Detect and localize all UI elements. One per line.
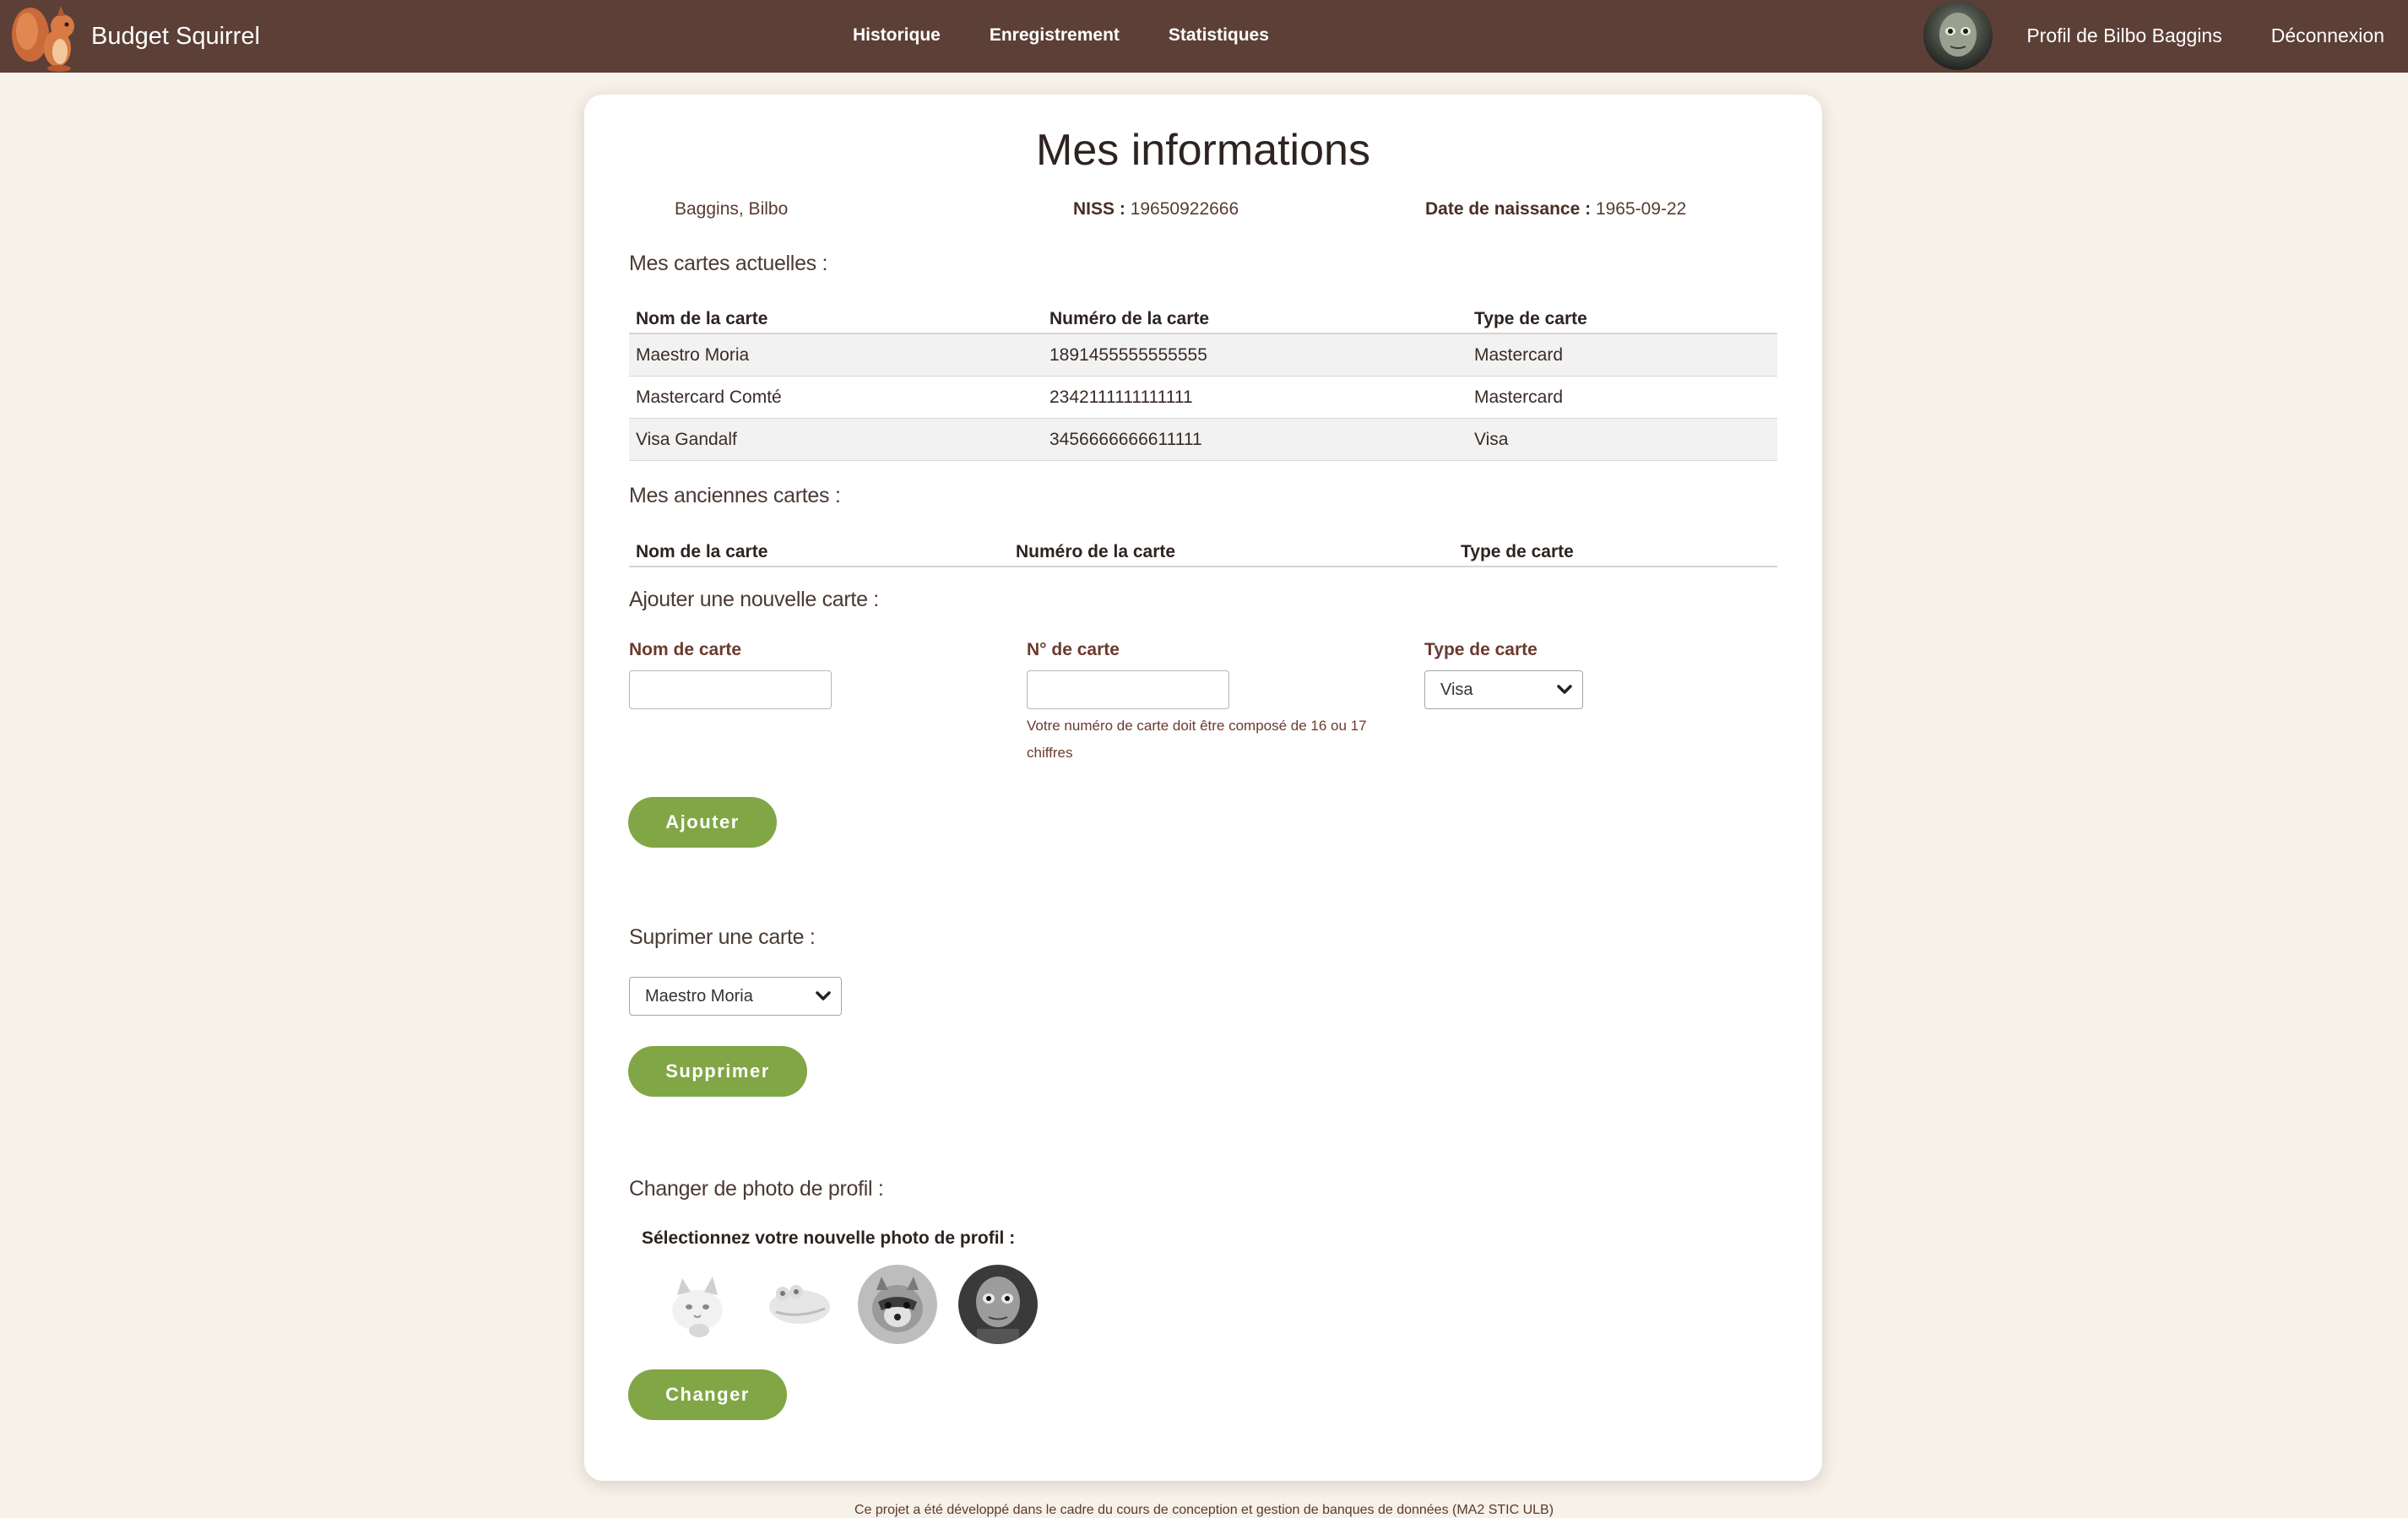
current-cards-title: Mes cartes actuelles : [629,252,828,275]
old-cards-title: Mes anciennes cartes : [629,484,841,507]
birth-value: 1965-09-22 [1595,199,1687,219]
profile-card: Mes informations Baggins, Bilbo NISS : 1… [584,95,1822,1481]
cat-photo-icon [657,1265,736,1344]
nav-enregistrement[interactable]: Enregistrement [990,25,1120,46]
card-number-input[interactable] [1027,670,1229,709]
brand[interactable]: Budget Squirrel [8,0,260,73]
delete-card-button[interactable]: Supprimer [628,1046,807,1097]
chevron-down-icon [1557,685,1572,694]
profile-link[interactable]: Profil de Bilbo Baggins [2026,24,2221,47]
main-nav: Historique Enregistrement Statistiques [853,0,1318,71]
delete-card-selected: Maestro Moria [645,986,753,1006]
delete-card-select[interactable]: Maestro Moria [629,977,842,1016]
card-number-cell: 3456666666611111 [1043,418,1467,461]
gollum-photo-icon [958,1265,1038,1344]
niss-info: NISS : 19650922666 [1073,199,1239,220]
avatar[interactable] [1923,1,1993,70]
column-header: Nom de la carte [636,542,768,561]
user-name: Baggins, Bilbo [675,199,789,219]
top-navbar: Budget Squirrel Historique Enregistremen… [0,0,2408,73]
chevron-down-icon [816,991,831,1000]
card-number-cell: 1891455555555555 [1043,333,1467,377]
card-name-input[interactable] [629,670,832,709]
card-type-selected: Visa [1440,680,1473,699]
birth-info: Date de naissance : 1965-09-22 [1425,199,1686,220]
card-type-select[interactable]: Visa [1424,670,1583,709]
column-header: Nom de la carte [636,309,768,328]
delete-card-title: Suprimer une carte : [629,925,816,949]
logout-link[interactable]: Déconnexion [2271,24,2384,47]
nav-statistiques[interactable]: Statistiques [1169,25,1269,46]
gollum-avatar-icon [1939,13,1977,57]
change-photo-button[interactable]: Changer [628,1369,787,1420]
card-number-label: N° de carte [1027,640,1120,659]
photo-option-gollum[interactable] [958,1265,1038,1344]
nav-historique[interactable]: Historique [853,25,941,46]
footer-text: Ce projet a été développé dans le cadre … [854,1503,1554,1517]
card-number-hint: Votre numéro de carte doit être composé … [1027,718,1367,761]
column-header: Type de carte [1474,309,1587,328]
photo-option-cat[interactable] [657,1265,736,1344]
card-name-label: Nom de carte [629,640,742,659]
photo-option-raccoon[interactable] [858,1265,937,1344]
card-type-label: Type de carte [1424,640,1538,659]
frog-photo-icon [757,1265,837,1344]
table-row: Mastercard Comté 2342111111111111 Master… [629,376,1777,419]
card-number-cell: 2342111111111111 [1043,376,1467,419]
card-name-cell: Mastercard Comté [629,376,1043,419]
table-header-row: Nom de la carte Numéro de la carte Type … [629,299,1777,333]
brand-name: Budget Squirrel [91,22,260,50]
niss-label: NISS : [1073,199,1125,219]
add-card-button[interactable]: Ajouter [628,797,777,848]
table-row: Maestro Moria 1891455555555555 Mastercar… [629,333,1777,377]
card-type-cell: Visa [1467,418,1777,461]
column-header: Type de carte [1461,542,1574,561]
birth-label: Date de naissance : [1425,199,1592,219]
current-cards-table: Nom de la carte Numéro de la carte Type … [629,299,1777,461]
old-cards-table: Nom de la carte Numéro de la carte Type … [629,532,1777,567]
table-row: Visa Gandalf 3456666666611111 Visa [629,418,1777,461]
user-menu: Profil de Bilbo Baggins Déconnexion [1923,0,2384,71]
card-name-cell: Visa Gandalf [629,418,1043,461]
squirrel-logo-icon [12,6,74,72]
add-card-title: Ajouter une nouvelle carte : [629,588,879,611]
niss-value: 19650922666 [1130,199,1239,219]
table-header-row: Nom de la carte Numéro de la carte Type … [629,532,1777,567]
photo-option-frog[interactable] [757,1265,837,1344]
card-type-cell: Mastercard [1467,376,1777,419]
raccoon-photo-icon [858,1265,937,1344]
card-name-cell: Maestro Moria [629,333,1043,377]
column-header: Numéro de la carte [1049,309,1210,328]
change-photo-title: Changer de photo de profil : [629,1177,884,1201]
page-title: Mes informations [1036,126,1370,175]
card-type-cell: Mastercard [1467,333,1777,377]
column-header: Numéro de la carte [1016,542,1176,561]
photo-prompt: Sélectionnez votre nouvelle photo de pro… [642,1228,1016,1248]
